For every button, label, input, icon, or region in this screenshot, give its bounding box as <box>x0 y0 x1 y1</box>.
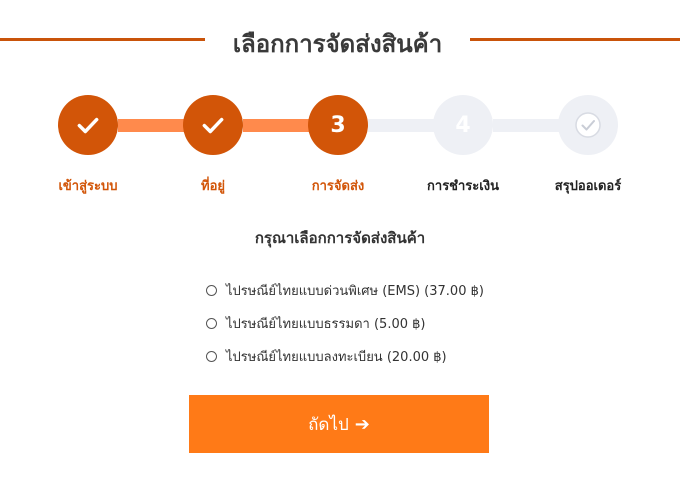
step-1-circle <box>58 95 118 155</box>
next-button-label: ถัดไป <box>308 414 349 435</box>
checkout-stepper: 3 4 เข้าสู่ระบบ ที่อยู่ การจัดส่ง การชำร… <box>0 95 680 205</box>
progress-bar-todo-2 <box>493 119 563 132</box>
shipping-options: ไปรษณีย์ไทยแบบด่วนพิเศษ (EMS) (37.00 ฿) … <box>206 274 484 373</box>
shipping-option-label: ไปรษณีย์ไทยแบบธรรมดา (5.00 ฿) <box>226 317 426 332</box>
page-title: เลือกการจัดส่งสินค้า <box>232 30 443 58</box>
shipping-option-regular[interactable]: ไปรษณีย์ไทยแบบธรรมดา (5.00 ฿) <box>206 307 484 340</box>
step-label-shipping: การจัดส่ง <box>311 179 365 194</box>
step-2-circle <box>183 95 243 155</box>
radio-registered[interactable] <box>206 351 217 362</box>
progress-bar-done-1 <box>118 119 188 132</box>
shipping-heading: กรุณาเลือกการจัดส่งสินค้า <box>254 229 426 247</box>
step-3-circle: 3 <box>308 95 368 155</box>
step-label-login: เข้าสู่ระบบ <box>58 179 118 194</box>
progress-bar-done-2 <box>243 119 313 132</box>
step-5-circle <box>558 95 618 155</box>
progress-bar-todo-1 <box>368 119 438 132</box>
arrow-right-icon: ➔ <box>354 413 370 435</box>
header-divider-right <box>470 38 680 41</box>
check-icon <box>77 117 99 134</box>
step-4-circle: 4 <box>433 95 493 155</box>
step-label-summary: สรุปออเดอร์ <box>554 179 622 194</box>
shipping-option-registered[interactable]: ไปรษณีย์ไทยแบบลงทะเบียน (20.00 ฿) <box>206 340 484 373</box>
shipping-option-ems[interactable]: ไปรษณีย์ไทยแบบด่วนพิเศษ (EMS) (37.00 ฿) <box>206 274 484 307</box>
step-label-address: ที่อยู่ <box>201 179 225 194</box>
step-3-number: 3 <box>330 112 346 138</box>
next-button[interactable]: ถัดไป ➔ <box>189 395 489 453</box>
page-header: เลือกการจัดส่งสินค้า <box>0 20 680 64</box>
check-icon <box>575 112 601 138</box>
shipping-option-label: ไปรษณีย์ไทยแบบลงทะเบียน (20.00 ฿) <box>226 350 447 365</box>
step-label-payment: การชำระเงิน <box>427 179 499 194</box>
radio-ems[interactable] <box>206 285 217 296</box>
header-divider-left <box>0 38 205 41</box>
step-4-number: 4 <box>455 112 471 138</box>
check-icon <box>202 117 224 134</box>
shipping-option-label: ไปรษณีย์ไทยแบบด่วนพิเศษ (EMS) (37.00 ฿) <box>226 284 484 299</box>
radio-regular[interactable] <box>206 318 217 329</box>
